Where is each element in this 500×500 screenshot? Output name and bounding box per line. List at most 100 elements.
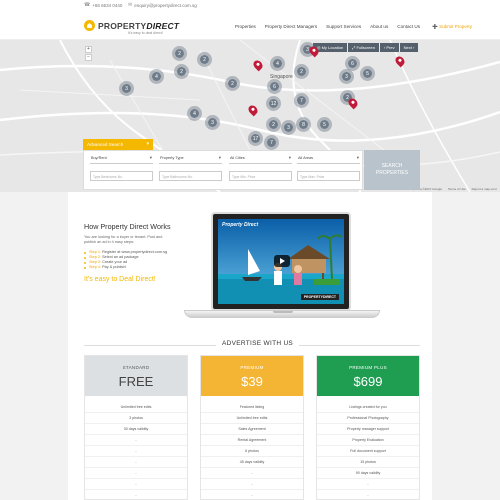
nav-item-managers[interactable]: Property Direct Managers xyxy=(265,24,317,29)
how-intro: You are looking for a buyer or tenant. P… xyxy=(84,235,163,244)
map-cluster[interactable]: 3 xyxy=(119,81,134,96)
plan-feature: Featured listing xyxy=(201,402,303,413)
plan-feature: - xyxy=(201,479,303,490)
plan-feature: - xyxy=(201,490,303,500)
advertise-heading: ADVERTISE WITH US xyxy=(84,340,420,350)
plan-feature: 90 days validity xyxy=(317,468,419,479)
map-cluster[interactable]: 3 xyxy=(339,69,354,84)
map-cluster[interactable]: 6 xyxy=(267,79,282,94)
plan-feature: Full document support xyxy=(317,446,419,457)
plan-name: STANDARD xyxy=(122,365,150,370)
map-cluster[interactable]: 7 xyxy=(264,135,279,150)
step-item: Step 4: Pay & publish! xyxy=(84,265,174,270)
search-button-line2: PROPERTIES xyxy=(375,169,409,176)
plan-feature: 30 days validity xyxy=(85,424,187,435)
map-cluster[interactable]: 3 xyxy=(205,115,220,130)
plan-feature: - xyxy=(85,468,187,479)
plan-feature: Unlimited free edits xyxy=(85,402,187,413)
plan-header: PREMIUM $39 xyxy=(201,356,303,396)
video-brand-badge: PROPERTYDIRECT xyxy=(300,294,339,300)
plan-standard[interactable]: STANDARD FREE Unlimited free edits 3 pho… xyxy=(84,355,188,500)
map-cluster[interactable]: 5 xyxy=(317,117,332,132)
laptop-video: Property Direct PROPERTYDIRECT xyxy=(184,212,380,320)
fullscreen-button[interactable]: ⤢ Fullscreen xyxy=(348,43,379,52)
plan-features: Featured listing Unlimited free edits Sa… xyxy=(201,402,303,500)
map-cluster[interactable]: 12 xyxy=(266,96,281,111)
map-cluster[interactable]: 5 xyxy=(360,66,375,81)
plan-feature: - xyxy=(85,457,187,468)
map-cluster[interactable]: 4 xyxy=(187,106,202,121)
search-form: Buy/Rent Property Type All Cities All Ar… xyxy=(83,150,363,190)
nav-menu: Properties Property Direct Managers Supp… xyxy=(235,24,472,29)
laptop-screen: Property Direct PROPERTYDIRECT xyxy=(211,212,351,311)
map-cluster[interactable]: 2 xyxy=(174,64,189,79)
map-cluster[interactable]: 2 xyxy=(197,52,212,67)
next-button[interactable]: Next › xyxy=(399,43,419,52)
search-properties-button[interactable]: SEARCH PROPERTIES xyxy=(364,150,420,190)
bedrooms-input[interactable]: Type Bedrooms No. xyxy=(90,171,153,181)
plan-name: PREMIUM PLUS xyxy=(349,365,387,370)
envelope-icon: ✉ xyxy=(128,2,133,8)
map-report-link[interactable]: Report a map error xyxy=(472,187,497,191)
city-select[interactable]: All Cities xyxy=(229,155,292,164)
advanced-search-toggle[interactable]: Advanced Search xyxy=(83,139,153,150)
play-icon[interactable] xyxy=(274,255,290,267)
plan-features: Listings created for you Professional Ph… xyxy=(317,402,419,500)
nav-item-contact[interactable]: Contact Us xyxy=(397,24,420,29)
zoom-out-button[interactable]: − xyxy=(85,54,92,61)
prev-button[interactable]: ‹ Prev xyxy=(379,43,399,52)
area-select[interactable]: All Areas xyxy=(297,155,360,164)
plan-features: Unlimited free edits 3 photos 30 days va… xyxy=(85,402,187,500)
plan-feature: 45 days validity xyxy=(201,457,303,468)
plan-header: PREMIUM PLUS $699 xyxy=(317,356,419,396)
plan-feature: Unlimited free edits xyxy=(201,413,303,424)
pricing-plans: STANDARD FREE Unlimited free edits 3 pho… xyxy=(84,355,420,500)
map-cluster[interactable]: 2 xyxy=(294,64,309,79)
map-cluster[interactable]: 8 xyxy=(296,117,311,132)
site-logo[interactable]: PROPERTYDIRECT It's easy to deal direct! xyxy=(84,20,179,35)
plan-feature: - xyxy=(317,479,419,490)
plan-feature: - xyxy=(85,446,187,457)
video-player[interactable]: Property Direct PROPERTYDIRECT xyxy=(218,219,344,304)
nav-item-support[interactable]: Support Services xyxy=(326,24,361,29)
plan-feature: Professional Photography xyxy=(317,413,419,424)
submit-property-link[interactable]: ➕ Submit Property xyxy=(432,24,472,30)
plan-feature: 3 photos xyxy=(85,413,187,424)
plan-name: PREMIUM xyxy=(240,365,264,370)
phone-contact[interactable]: ☎ +65 6634 0440 xyxy=(84,2,122,8)
map-cluster[interactable]: 7 xyxy=(294,93,309,108)
steps-list: Step 1: Register at www.propertydirect.c… xyxy=(84,250,174,270)
max-price-input[interactable]: Type Max. Price xyxy=(297,171,360,181)
map-cluster[interactable]: 4 xyxy=(149,69,164,84)
house-logo-icon xyxy=(84,20,95,31)
plan-feature: - xyxy=(85,490,187,500)
map-cluster[interactable]: 4 xyxy=(270,56,285,71)
plan-price: $699 xyxy=(353,374,383,389)
phone-icon: ☎ xyxy=(84,2,91,8)
plan-feature: - xyxy=(85,435,187,446)
map-terms-link[interactable]: Terms of Use xyxy=(448,187,466,191)
map-cluster[interactable]: 2 xyxy=(225,76,240,91)
map-cluster[interactable]: 2 xyxy=(266,117,281,132)
map-cluster[interactable]: 3 xyxy=(281,120,296,135)
map-cluster[interactable]: 17 xyxy=(248,131,263,146)
bathrooms-input[interactable]: Type Bathrooms No. xyxy=(159,171,222,181)
plan-feature: Property manager support xyxy=(317,424,419,435)
nav-item-about[interactable]: About us xyxy=(370,24,388,29)
plan-price: $39 xyxy=(241,374,263,389)
map-toolbar: ◎ My Location ⤢ Fullscreen ‹ Prev Next › xyxy=(313,43,419,52)
plan-feature: - xyxy=(317,490,419,500)
plan-feature: - xyxy=(85,479,187,490)
nav-item-properties[interactable]: Properties xyxy=(235,24,256,29)
video-title: Property Direct xyxy=(222,222,259,228)
email-address: enquiry@propertydirect.com.sg xyxy=(134,2,197,8)
plan-premium-plus[interactable]: PREMIUM PLUS $699 Listings created for y… xyxy=(316,355,420,500)
buy-rent-select[interactable]: Buy/Rent xyxy=(90,155,153,164)
main-navbar: PROPERTYDIRECT It's easy to deal direct!… xyxy=(0,10,500,40)
zoom-in-button[interactable]: + xyxy=(85,46,92,53)
min-price-input[interactable]: Type Min. Price xyxy=(229,171,292,181)
plan-premium[interactable]: PREMIUM $39 Featured listing Unlimited f… xyxy=(200,355,304,500)
email-contact[interactable]: ✉ enquiry@propertydirect.com.sg xyxy=(128,2,197,8)
map-cluster[interactable]: 2 xyxy=(172,46,187,61)
property-type-select[interactable]: Property Type xyxy=(159,155,222,164)
